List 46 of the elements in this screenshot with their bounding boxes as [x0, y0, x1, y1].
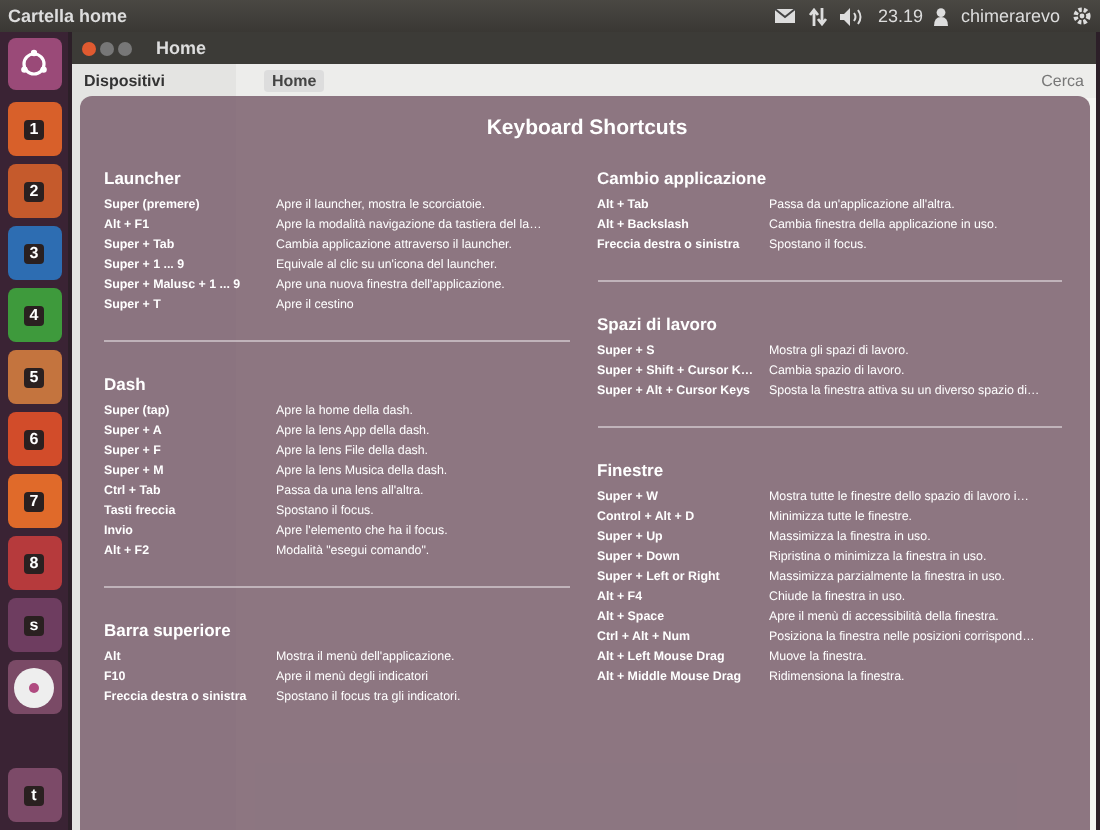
- section-heading: Barra superiore: [104, 620, 233, 640]
- launcher-app-tile[interactable]: 1: [7, 102, 61, 156]
- shortcut-number: t: [24, 785, 44, 805]
- shortcut-number: 7: [24, 491, 44, 511]
- shortcut-number: 5: [24, 367, 44, 387]
- launcher-app-tile[interactable]: 8: [7, 536, 61, 590]
- window-title: Cartella home: [8, 6, 128, 26]
- launcher-app-tile[interactable]: 3: [7, 226, 61, 280]
- close-button[interactable]: [82, 41, 96, 55]
- breadcrumb-button[interactable]: Home: [264, 70, 325, 92]
- gear-icon[interactable]: [1072, 6, 1092, 26]
- launcher-app-tile[interactable]: 7: [7, 474, 61, 528]
- launcher-app-tile[interactable]: 6: [7, 412, 61, 466]
- overlay-title: Keyboard Shortcuts: [484, 116, 690, 140]
- home-button[interactable]: [7, 38, 61, 90]
- mail-icon[interactable]: [773, 8, 796, 24]
- launcher-app-tile[interactable]: 4: [7, 288, 61, 342]
- launcher-app-tile[interactable]: t: [7, 768, 61, 822]
- clock[interactable]: 23.19: [877, 6, 923, 26]
- launcher-app-tile[interactable]: s: [7, 598, 61, 652]
- section-heading: Launcher: [104, 168, 183, 188]
- shortcut-number: 1: [24, 119, 44, 139]
- circle-logo-icon: [18, 48, 50, 80]
- maximize-button[interactable]: [118, 41, 132, 55]
- minimize-button[interactable]: [100, 41, 114, 55]
- shortcut-number: s: [24, 615, 44, 635]
- shortcut-number: 6: [24, 429, 44, 449]
- volume-icon[interactable]: [839, 7, 866, 25]
- network-arrows-icon[interactable]: [807, 7, 828, 25]
- shortcut-number: 4: [24, 305, 44, 325]
- shortcut-number: 2: [24, 181, 44, 201]
- disc-tile[interactable]: [7, 660, 61, 714]
- search-field[interactable]: Cerca: [1041, 72, 1084, 90]
- disc-icon: [12, 665, 56, 709]
- launcher-app-tile[interactable]: 5: [7, 350, 61, 404]
- window-title: Home: [156, 38, 207, 58]
- section-heading: Spazi di lavoro: [597, 314, 719, 334]
- section-heading: Cambio applicazione: [597, 168, 769, 188]
- user-name[interactable]: chimerarevo: [960, 6, 1060, 26]
- person-icon[interactable]: [934, 7, 949, 25]
- section-heading: Finestre: [597, 460, 666, 480]
- launcher-app-tile[interactable]: 2: [7, 164, 61, 218]
- sidebar-heading: Dispositivi: [84, 72, 165, 90]
- section-heading: Dash: [104, 374, 148, 394]
- shortcut-number: 8: [24, 553, 44, 573]
- shortcut-number: 3: [24, 243, 44, 263]
